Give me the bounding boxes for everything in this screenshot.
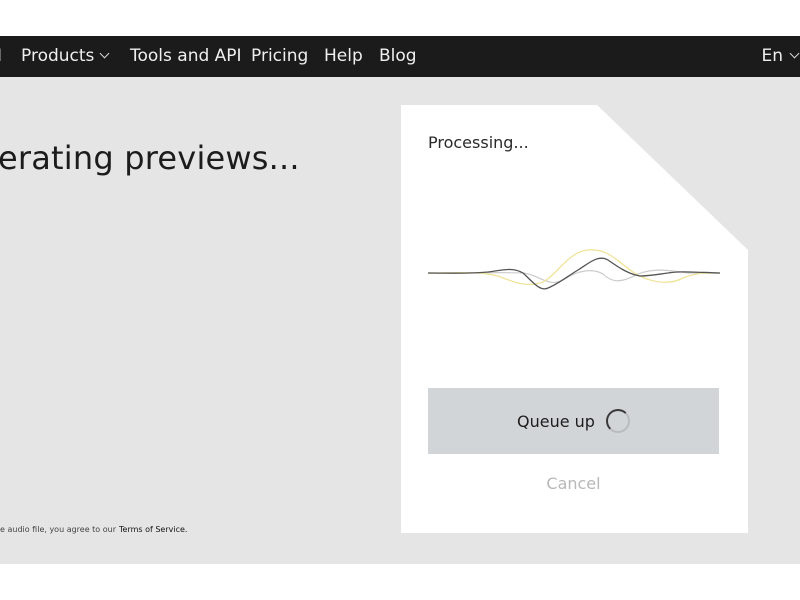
waveform-yellow-line (428, 249, 720, 286)
top-navigation-bar: I Products Tools and API Pricing Help Bl… (0, 36, 800, 77)
nav-help-label: Help (324, 46, 363, 66)
nav-blog[interactable]: Blog (379, 36, 417, 77)
chevron-down-icon (789, 48, 800, 59)
nav-tools-label: Tools and API (130, 46, 242, 66)
nav-help[interactable]: Help (324, 36, 363, 77)
nav-blog-label: Blog (379, 46, 417, 66)
nav-products-label: Products (21, 46, 95, 66)
queue-up-label: Queue up (517, 411, 595, 431)
audio-waveform-animation (428, 249, 720, 290)
legal-text: e audio file, you agree to our (0, 525, 116, 534)
language-label: En (761, 46, 783, 66)
queue-up-button[interactable]: Queue up (428, 388, 719, 454)
loading-spinner-icon (605, 409, 630, 433)
legal-notice: e audio file, you agree to our Terms of S… (0, 525, 187, 534)
language-selector[interactable]: En (761, 36, 800, 77)
nav-pricing[interactable]: Pricing (251, 36, 308, 77)
cancel-button[interactable]: Cancel (428, 474, 719, 493)
processing-status: Processing... (428, 133, 529, 152)
page-headline: erating previews... (0, 139, 300, 177)
logo-fragment[interactable]: I (0, 36, 2, 77)
nav-products[interactable]: Products (21, 36, 110, 77)
nav-pricing-label: Pricing (251, 46, 309, 66)
nav-tools-and-api[interactable]: Tools and API (130, 36, 242, 77)
terms-of-service-link[interactable]: Terms of Service. (119, 525, 187, 534)
chevron-down-icon (99, 48, 110, 59)
